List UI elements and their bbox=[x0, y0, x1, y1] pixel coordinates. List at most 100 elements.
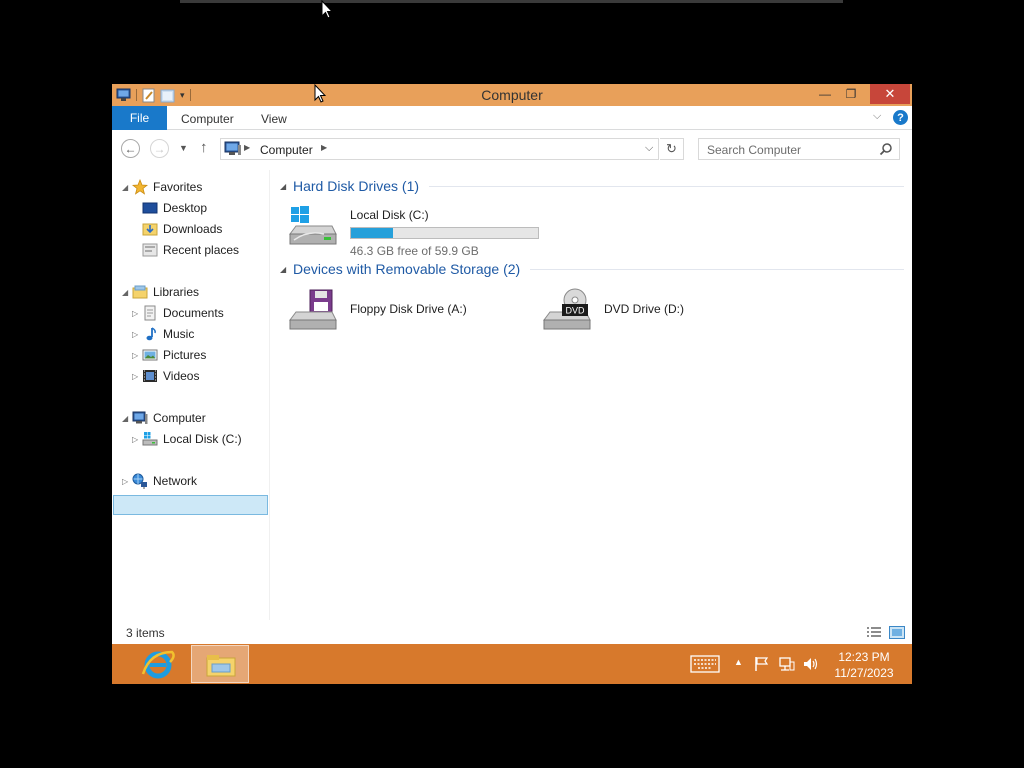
network-icon bbox=[132, 473, 147, 489]
back-button[interactable]: ← bbox=[121, 139, 140, 158]
volume-icon[interactable] bbox=[803, 656, 819, 672]
search-input[interactable]: Search Computer bbox=[698, 138, 900, 160]
local-disk-icon bbox=[289, 206, 337, 245]
nav-label: Videos bbox=[163, 369, 200, 383]
drive-name: Floppy Disk Drive (A:) bbox=[350, 302, 467, 316]
music-note-icon bbox=[146, 327, 156, 341]
close-button[interactable]: ✕ bbox=[870, 84, 910, 104]
expand-ribbon-chevron-icon[interactable]: ⌵ bbox=[873, 110, 881, 123]
collapsed-arrow-icon[interactable]: ▷ bbox=[132, 372, 142, 381]
group-divider bbox=[530, 268, 904, 270]
group-title: Hard Disk Drives (1) bbox=[293, 178, 420, 194]
refresh-button[interactable]: ↻ bbox=[660, 138, 684, 160]
forward-button[interactable]: → bbox=[150, 139, 169, 158]
disk-usage-bar bbox=[350, 227, 539, 239]
maximize-button[interactable]: ❐ bbox=[838, 84, 864, 104]
nav-label: Music bbox=[163, 327, 195, 341]
breadcrumb-computer[interactable]: Computer bbox=[260, 143, 313, 157]
tab-view[interactable]: View bbox=[261, 112, 287, 126]
ribbon-tabs: File Computer View ⌵ ? bbox=[112, 106, 912, 130]
group-header-hard-disk[interactable]: ◢ Hard Disk Drives (1) bbox=[280, 178, 904, 194]
item-count: 3 items bbox=[126, 626, 165, 640]
explorer-window: ▾ Computer — ❐ ✕ File Computer View ⌵ ? … bbox=[112, 84, 912, 644]
nav-label: Recent places bbox=[163, 243, 240, 257]
address-dropdown-chevron-icon[interactable]: ⌵ bbox=[645, 142, 653, 155]
mouse-cursor-icon bbox=[314, 84, 326, 103]
navigation-bar: ← → ▼ ↑ ▶ Computer ▶ ⌵ ↻ Search Computer bbox=[112, 134, 912, 162]
action-center-flag-icon[interactable] bbox=[754, 656, 770, 672]
drive-floppy-a[interactable]: Floppy Disk Drive (A:) bbox=[288, 288, 528, 336]
documents-icon bbox=[144, 305, 156, 321]
computer-icon bbox=[224, 141, 241, 155]
large-icons-view-icon[interactable] bbox=[889, 626, 905, 639]
nav-label: Desktop bbox=[163, 201, 208, 215]
nav-label: Network bbox=[153, 474, 198, 488]
nav-label: Libraries bbox=[153, 285, 200, 299]
downloads-folder-icon bbox=[142, 223, 158, 236]
libraries-icon bbox=[132, 285, 148, 299]
expanded-arrow-icon[interactable]: ◢ bbox=[122, 414, 132, 423]
address-bar[interactable]: ▶ Computer ▶ ⌵ bbox=[220, 138, 659, 160]
breadcrumb-chevron-icon[interactable]: ▶ bbox=[244, 143, 250, 152]
dvd-badge: DVD bbox=[565, 306, 585, 316]
help-icon[interactable]: ? bbox=[893, 110, 908, 125]
group-divider bbox=[429, 185, 904, 187]
pictures-icon bbox=[142, 349, 158, 361]
taskbar: ▲ 12:23 PM 11/27/2023 bbox=[112, 644, 912, 684]
local-disk-icon bbox=[142, 432, 158, 446]
drive-dvd-d[interactable]: DVD DVD Drive (D:) bbox=[542, 288, 762, 336]
collapsed-arrow-icon[interactable]: ▷ bbox=[132, 330, 142, 339]
up-button[interactable]: ↑ bbox=[200, 139, 208, 156]
breadcrumb-chevron-icon[interactable]: ▶ bbox=[321, 143, 327, 152]
nav-label: Computer bbox=[153, 411, 206, 425]
clock-date: 11/27/2023 bbox=[834, 666, 894, 680]
desktop-icon bbox=[142, 202, 158, 214]
expanded-arrow-icon[interactable]: ◢ bbox=[122, 288, 132, 297]
content-pane: ◢ Hard Disk Drives (1) Local Disk (C:) 4… bbox=[280, 170, 910, 620]
group-title: Devices with Removable Storage (2) bbox=[293, 261, 521, 277]
disk-usage-fill bbox=[351, 228, 394, 238]
taskbar-clock[interactable]: 12:23 PM 11/27/2023 bbox=[824, 649, 904, 681]
group-header-removable[interactable]: ◢ Devices with Removable Storage (2) bbox=[280, 261, 904, 277]
collapse-group-arrow-icon[interactable]: ◢ bbox=[280, 265, 293, 274]
nav-label: Documents bbox=[163, 306, 224, 320]
nav-label: Downloads bbox=[163, 222, 223, 236]
nav-label: Local Disk (C:) bbox=[163, 432, 242, 446]
collapsed-arrow-icon[interactable]: ▷ bbox=[132, 435, 142, 444]
internet-explorer-icon[interactable] bbox=[140, 646, 176, 682]
clock-time: 12:23 PM bbox=[838, 650, 890, 664]
search-icon[interactable] bbox=[879, 142, 893, 156]
drive-free-space: 46.3 GB free of 59.9 GB bbox=[350, 244, 479, 258]
selected-item-highlight bbox=[113, 495, 268, 515]
computer-icon bbox=[132, 411, 148, 424]
collapse-group-arrow-icon[interactable]: ◢ bbox=[280, 182, 293, 191]
search-placeholder: Search Computer bbox=[707, 143, 802, 157]
collapsed-arrow-icon[interactable]: ▷ bbox=[132, 309, 142, 318]
tab-computer[interactable]: Computer bbox=[181, 112, 234, 126]
minimize-button[interactable]: — bbox=[812, 84, 838, 104]
top-edge-bar bbox=[180, 0, 843, 3]
navigation-pane: ◢ Favorites Desktop Downloads Recent pla… bbox=[112, 170, 270, 620]
collapsed-arrow-icon[interactable]: ▷ bbox=[132, 351, 142, 360]
show-hidden-icons-chevron-icon[interactable]: ▲ bbox=[734, 657, 743, 667]
network-status-icon[interactable] bbox=[779, 656, 795, 672]
recent-locations-chevron-icon[interactable]: ▼ bbox=[179, 143, 188, 153]
star-icon bbox=[132, 179, 148, 195]
recent-places-icon bbox=[142, 243, 158, 257]
dvd-drive-icon: DVD bbox=[543, 288, 591, 330]
details-view-icon[interactable] bbox=[866, 626, 882, 638]
nav-label: Favorites bbox=[153, 180, 203, 194]
collapsed-arrow-icon[interactable]: ▷ bbox=[122, 477, 132, 486]
floppy-disk-icon bbox=[289, 289, 337, 330]
drive-name: DVD Drive (D:) bbox=[604, 302, 684, 316]
drive-local-disk-c[interactable]: Local Disk (C:) 46.3 GB free of 59.9 GB bbox=[288, 204, 548, 258]
tab-file[interactable]: File bbox=[112, 106, 167, 130]
videos-icon bbox=[143, 370, 157, 382]
expanded-arrow-icon[interactable]: ◢ bbox=[122, 183, 132, 192]
file-explorer-taskbar-button[interactable] bbox=[191, 645, 249, 683]
mouse-cursor-icon bbox=[321, 0, 333, 19]
window-title: Computer bbox=[481, 87, 543, 103]
drive-name: Local Disk (C:) bbox=[350, 208, 429, 222]
nav-label: Pictures bbox=[163, 348, 207, 362]
touch-keyboard-icon[interactable] bbox=[690, 655, 720, 673]
